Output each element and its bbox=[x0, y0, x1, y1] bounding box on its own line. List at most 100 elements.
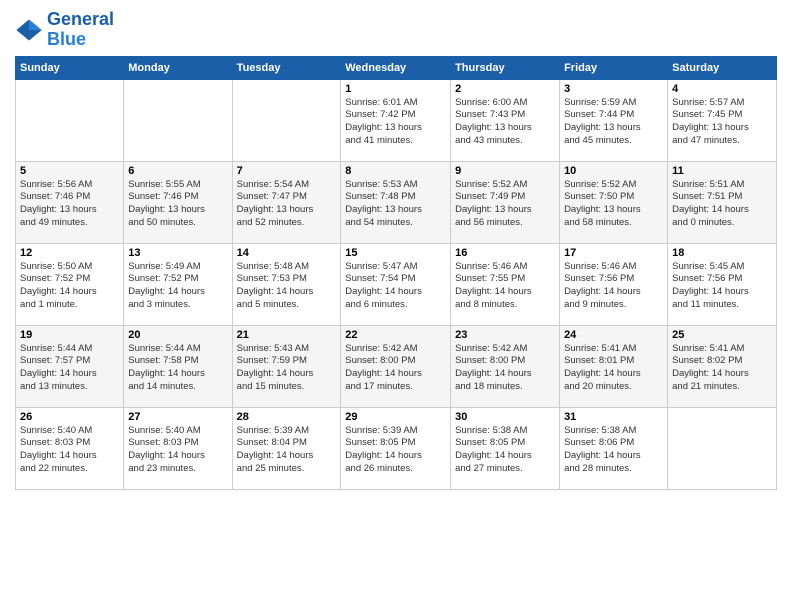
calendar-cell bbox=[232, 79, 341, 161]
day-info: Sunrise: 5:39 AM Sunset: 8:05 PM Dayligh… bbox=[345, 425, 446, 476]
calendar-header-monday: Monday bbox=[124, 56, 232, 79]
calendar-cell: 15 Sunrise: 5:47 AM Sunset: 7:54 PM Dayli… bbox=[341, 243, 451, 325]
day-info: Sunrise: 6:01 AM Sunset: 7:42 PM Dayligh… bbox=[345, 97, 446, 148]
day-number: 9 bbox=[455, 165, 555, 177]
calendar-week-0: 1 Sunrise: 6:01 AM Sunset: 7:42 PM Daylig… bbox=[16, 79, 777, 161]
calendar-cell: 1 Sunrise: 6:01 AM Sunset: 7:42 PM Daylig… bbox=[341, 79, 451, 161]
calendar-header-thursday: Thursday bbox=[451, 56, 560, 79]
calendar-cell: 30 Sunrise: 5:38 AM Sunset: 8:05 PM Dayli… bbox=[451, 407, 560, 489]
day-number: 11 bbox=[672, 165, 772, 177]
logo: General Blue bbox=[15, 10, 114, 50]
logo-text: General Blue bbox=[47, 10, 114, 50]
calendar-header-tuesday: Tuesday bbox=[232, 56, 341, 79]
day-number: 20 bbox=[128, 329, 227, 341]
day-number: 21 bbox=[237, 329, 337, 341]
day-number: 14 bbox=[237, 247, 337, 259]
day-info: Sunrise: 5:40 AM Sunset: 8:03 PM Dayligh… bbox=[20, 425, 119, 476]
day-info: Sunrise: 5:47 AM Sunset: 7:54 PM Dayligh… bbox=[345, 261, 446, 312]
calendar-cell: 22 Sunrise: 5:42 AM Sunset: 8:00 PM Dayli… bbox=[341, 325, 451, 407]
calendar-cell: 20 Sunrise: 5:44 AM Sunset: 7:58 PM Dayli… bbox=[124, 325, 232, 407]
day-number: 22 bbox=[345, 329, 446, 341]
calendar-header-row: SundayMondayTuesdayWednesdayThursdayFrid… bbox=[16, 56, 777, 79]
day-info: Sunrise: 5:43 AM Sunset: 7:59 PM Dayligh… bbox=[237, 343, 337, 394]
calendar-cell: 29 Sunrise: 5:39 AM Sunset: 8:05 PM Dayli… bbox=[341, 407, 451, 489]
day-info: Sunrise: 5:55 AM Sunset: 7:46 PM Dayligh… bbox=[128, 179, 227, 230]
day-info: Sunrise: 5:38 AM Sunset: 8:05 PM Dayligh… bbox=[455, 425, 555, 476]
calendar-cell: 3Sunrise: 5:59 AM Sunset: 7:44 PM Daylig… bbox=[560, 79, 668, 161]
day-info: Sunrise: 5:42 AM Sunset: 8:00 PM Dayligh… bbox=[455, 343, 555, 394]
day-number: 15 bbox=[345, 247, 446, 259]
day-number: 3 bbox=[564, 83, 663, 95]
day-info: Sunrise: 5:57 AM Sunset: 7:45 PM Dayligh… bbox=[672, 97, 772, 148]
calendar-cell: 17 Sunrise: 5:46 AM Sunset: 7:56 PM Dayli… bbox=[560, 243, 668, 325]
day-info: Sunrise: 5:54 AM Sunset: 7:47 PM Dayligh… bbox=[237, 179, 337, 230]
calendar-week-2: 12 Sunrise: 5:50 AM Sunset: 7:52 PM Dayli… bbox=[16, 243, 777, 325]
day-number: 30 bbox=[455, 411, 555, 423]
day-info: Sunrise: 5:41 AM Sunset: 8:02 PM Dayligh… bbox=[672, 343, 772, 394]
calendar-header-wednesday: Wednesday bbox=[341, 56, 451, 79]
calendar-cell: 28Sunrise: 5:39 AM Sunset: 8:04 PM Dayli… bbox=[232, 407, 341, 489]
day-info: Sunrise: 5:50 AM Sunset: 7:52 PM Dayligh… bbox=[20, 261, 119, 312]
calendar-cell: 18Sunrise: 5:45 AM Sunset: 7:56 PM Dayli… bbox=[668, 243, 777, 325]
calendar-cell: 6 Sunrise: 5:55 AM Sunset: 7:46 PM Daylig… bbox=[124, 161, 232, 243]
day-info: Sunrise: 5:51 AM Sunset: 7:51 PM Dayligh… bbox=[672, 179, 772, 230]
calendar-cell: 19 Sunrise: 5:44 AM Sunset: 7:57 PM Dayli… bbox=[16, 325, 124, 407]
day-number: 17 bbox=[564, 247, 663, 259]
day-info: Sunrise: 5:48 AM Sunset: 7:53 PM Dayligh… bbox=[237, 261, 337, 312]
day-info: Sunrise: 5:53 AM Sunset: 7:48 PM Dayligh… bbox=[345, 179, 446, 230]
day-info: Sunrise: 5:46 AM Sunset: 7:56 PM Dayligh… bbox=[564, 261, 663, 312]
calendar-cell: 31 Sunrise: 5:38 AM Sunset: 8:06 PM Dayli… bbox=[560, 407, 668, 489]
calendar-cell: 4 Sunrise: 5:57 AM Sunset: 7:45 PM Daylig… bbox=[668, 79, 777, 161]
calendar-cell: 27Sunrise: 5:40 AM Sunset: 8:03 PM Dayli… bbox=[124, 407, 232, 489]
day-number: 4 bbox=[672, 83, 772, 95]
day-number: 6 bbox=[128, 165, 227, 177]
calendar-header-friday: Friday bbox=[560, 56, 668, 79]
day-info: Sunrise: 6:00 AM Sunset: 7:43 PM Dayligh… bbox=[455, 97, 555, 148]
day-number: 26 bbox=[20, 411, 119, 423]
day-info: Sunrise: 5:44 AM Sunset: 7:57 PM Dayligh… bbox=[20, 343, 119, 394]
calendar-week-1: 5Sunrise: 5:56 AM Sunset: 7:46 PM Daylig… bbox=[16, 161, 777, 243]
day-number: 23 bbox=[455, 329, 555, 341]
calendar-cell: 9 Sunrise: 5:52 AM Sunset: 7:49 PM Daylig… bbox=[451, 161, 560, 243]
calendar-cell: 12 Sunrise: 5:50 AM Sunset: 7:52 PM Dayli… bbox=[16, 243, 124, 325]
day-number: 10 bbox=[564, 165, 663, 177]
day-info: Sunrise: 5:46 AM Sunset: 7:55 PM Dayligh… bbox=[455, 261, 555, 312]
day-number: 13 bbox=[128, 247, 227, 259]
calendar-cell: 14 Sunrise: 5:48 AM Sunset: 7:53 PM Dayli… bbox=[232, 243, 341, 325]
calendar-cell: 21 Sunrise: 5:43 AM Sunset: 7:59 PM Dayli… bbox=[232, 325, 341, 407]
day-info: Sunrise: 5:38 AM Sunset: 8:06 PM Dayligh… bbox=[564, 425, 663, 476]
calendar-cell: 11 Sunrise: 5:51 AM Sunset: 7:51 PM Dayli… bbox=[668, 161, 777, 243]
calendar-cell: 23 Sunrise: 5:42 AM Sunset: 8:00 PM Dayli… bbox=[451, 325, 560, 407]
day-number: 31 bbox=[564, 411, 663, 423]
day-number: 1 bbox=[345, 83, 446, 95]
day-number: 24 bbox=[564, 329, 663, 341]
day-number: 29 bbox=[345, 411, 446, 423]
calendar-cell: 13Sunrise: 5:49 AM Sunset: 7:52 PM Dayli… bbox=[124, 243, 232, 325]
calendar: SundayMondayTuesdayWednesdayThursdayFrid… bbox=[15, 56, 777, 490]
day-number: 16 bbox=[455, 247, 555, 259]
day-number: 19 bbox=[20, 329, 119, 341]
calendar-cell: 7 Sunrise: 5:54 AM Sunset: 7:47 PM Daylig… bbox=[232, 161, 341, 243]
calendar-cell bbox=[124, 79, 232, 161]
day-number: 28 bbox=[237, 411, 337, 423]
day-info: Sunrise: 5:42 AM Sunset: 8:00 PM Dayligh… bbox=[345, 343, 446, 394]
calendar-header-sunday: Sunday bbox=[16, 56, 124, 79]
day-number: 7 bbox=[237, 165, 337, 177]
day-number: 5 bbox=[20, 165, 119, 177]
day-number: 8 bbox=[345, 165, 446, 177]
day-number: 12 bbox=[20, 247, 119, 259]
day-info: Sunrise: 5:52 AM Sunset: 7:49 PM Dayligh… bbox=[455, 179, 555, 230]
day-number: 25 bbox=[672, 329, 772, 341]
calendar-cell: 2Sunrise: 6:00 AM Sunset: 7:43 PM Daylig… bbox=[451, 79, 560, 161]
calendar-week-4: 26 Sunrise: 5:40 AM Sunset: 8:03 PM Dayli… bbox=[16, 407, 777, 489]
logo-icon bbox=[15, 16, 43, 44]
day-info: Sunrise: 5:45 AM Sunset: 7:56 PM Dayligh… bbox=[672, 261, 772, 312]
day-info: Sunrise: 5:52 AM Sunset: 7:50 PM Dayligh… bbox=[564, 179, 663, 230]
day-info: Sunrise: 5:40 AM Sunset: 8:03 PM Dayligh… bbox=[128, 425, 227, 476]
day-info: Sunrise: 5:44 AM Sunset: 7:58 PM Dayligh… bbox=[128, 343, 227, 394]
calendar-cell: 24Sunrise: 5:41 AM Sunset: 8:01 PM Dayli… bbox=[560, 325, 668, 407]
calendar-cell bbox=[16, 79, 124, 161]
header: General Blue bbox=[15, 10, 777, 50]
calendar-cell: 16 Sunrise: 5:46 AM Sunset: 7:55 PM Dayli… bbox=[451, 243, 560, 325]
calendar-cell: 26 Sunrise: 5:40 AM Sunset: 8:03 PM Dayli… bbox=[16, 407, 124, 489]
